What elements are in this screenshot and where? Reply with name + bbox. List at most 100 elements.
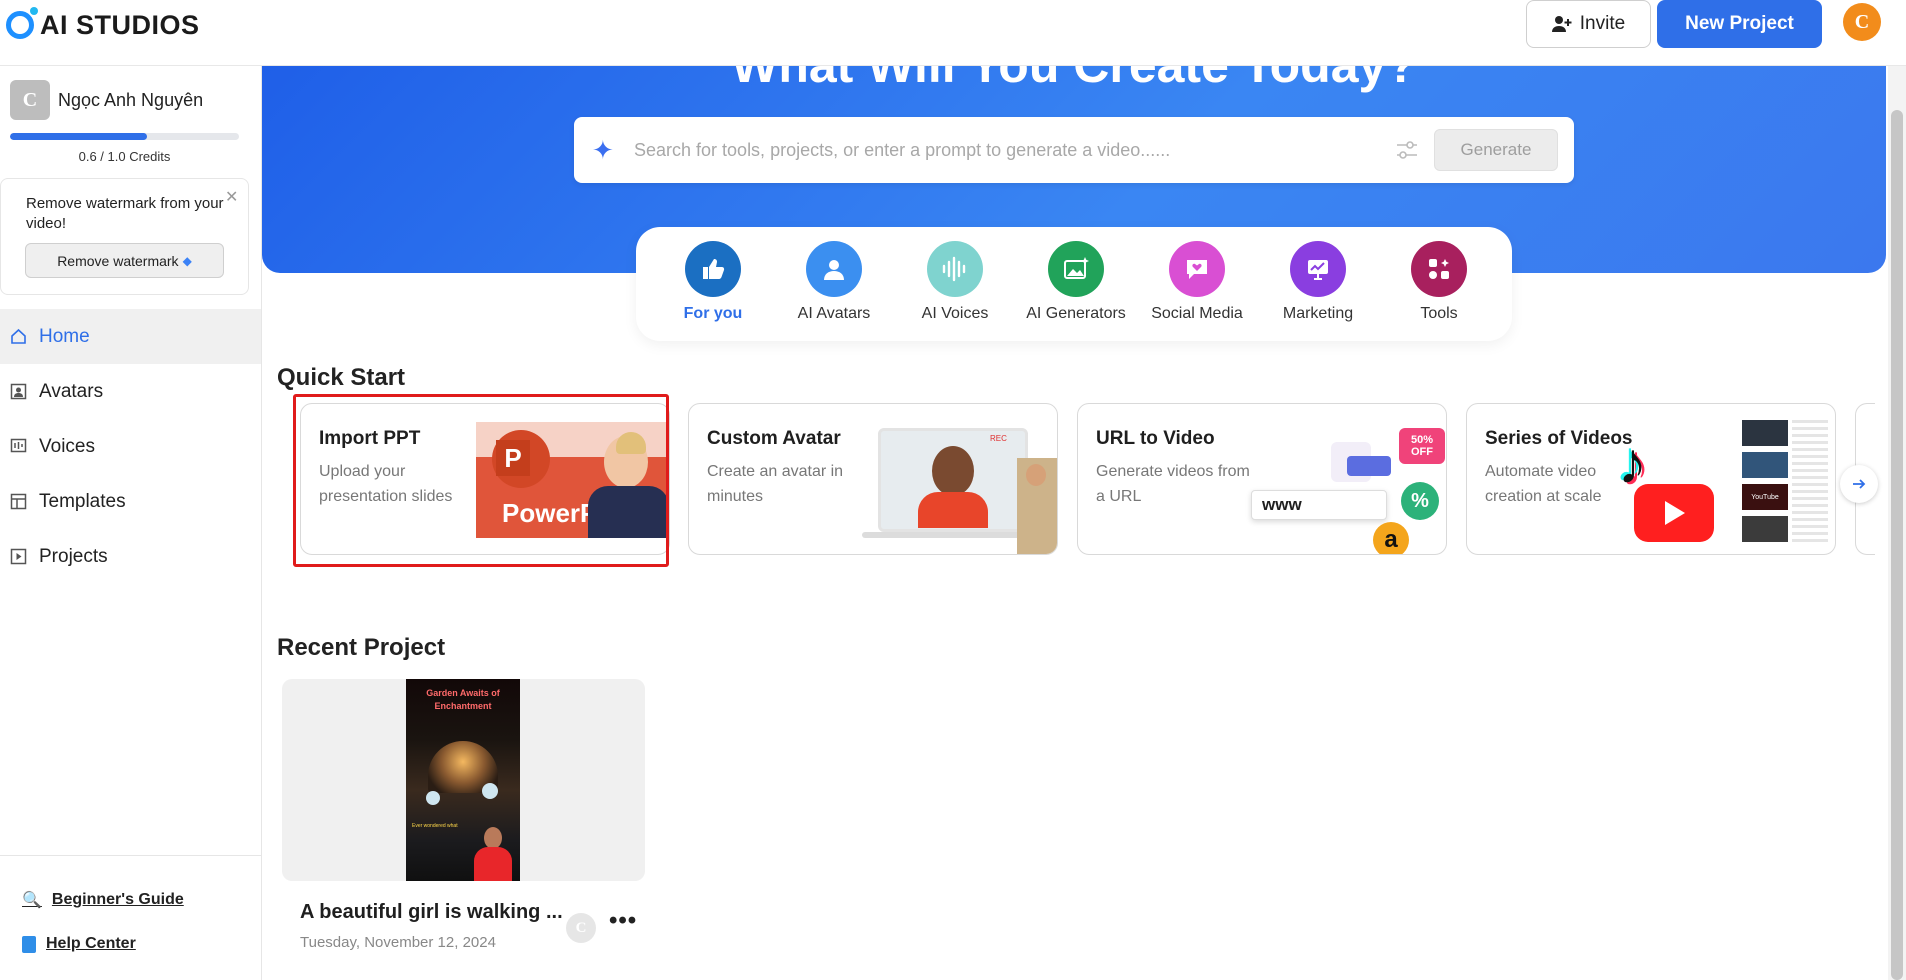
add-user-icon — [1551, 16, 1572, 32]
home-icon — [10, 328, 27, 345]
sidebar-item-avatars[interactable]: Avatars — [0, 364, 261, 419]
invite-button[interactable]: Invite — [1526, 0, 1651, 48]
heart-chat-icon — [1169, 241, 1225, 297]
logo[interactable]: AI STUDIOS — [6, 6, 200, 44]
powerpoint-illustration: P PowerP — [476, 422, 669, 538]
watermark-card: Remove watermark from your video! ✕ Remo… — [0, 178, 249, 295]
new-project-button[interactable]: New Project — [1657, 0, 1822, 48]
search-bar: ✦ Generate — [574, 117, 1574, 183]
waveform-icon — [927, 241, 983, 297]
percent-badge: % — [1401, 482, 1439, 520]
scrollbar-thumb[interactable] — [1891, 110, 1903, 980]
project-owner-avatar: C — [566, 913, 596, 943]
help-center-link[interactable]: Help Center — [22, 935, 136, 953]
youtube-icon — [1634, 484, 1714, 542]
quick-start-card-url-to-video[interactable]: URL to Video Generate videos from a URL … — [1077, 403, 1447, 555]
sidebar: C Ngọc Anh Nguyên 0.6 / 1.0 Credits Remo… — [0, 66, 262, 980]
user-name: Ngọc Anh Nguyên — [58, 89, 204, 110]
thumbs-up-icon — [685, 241, 741, 297]
remove-watermark-label: Remove watermark — [57, 252, 179, 269]
beginners-guide-link[interactable]: 🔍 Beginner's Guide — [22, 890, 184, 910]
category-strip: For you AI Avatars AI Voices AI Generato… — [636, 227, 1512, 341]
social-series-illustration: ♪ YouTube — [1618, 420, 1835, 554]
close-icon[interactable]: ✕ — [225, 187, 238, 207]
image-sparkle-icon — [1048, 241, 1104, 297]
recent-project-title: Recent Project — [277, 634, 446, 661]
category-label: Social Media — [1151, 305, 1243, 322]
category-label: AI Avatars — [797, 305, 871, 322]
sidebar-item-label: Templates — [39, 490, 126, 512]
card-title: Import PPT — [319, 428, 421, 449]
sidebar-item-projects[interactable]: Projects — [0, 529, 261, 584]
credits-progress — [10, 133, 239, 140]
more-options-icon[interactable]: ••• — [609, 907, 637, 935]
category-marketing[interactable]: Marketing — [1258, 241, 1378, 323]
watermark-message: Remove watermark from your video! — [26, 195, 224, 232]
diamond-icon: ◆ — [182, 253, 192, 268]
rec-indicator: REC — [990, 434, 1007, 443]
category-social-media[interactable]: Social Media — [1137, 241, 1257, 323]
card-description: Create an avatar in minutes — [707, 463, 844, 505]
hero-title: What Will You Create Today? — [262, 66, 1886, 94]
quick-start-card-import-ppt[interactable]: Import PPT Upload your presentation slid… — [300, 403, 670, 555]
sidebar-item-label: Voices — [39, 435, 95, 457]
category-tools[interactable]: Tools — [1379, 241, 1499, 323]
remove-watermark-button[interactable]: Remove watermark ◆ — [25, 243, 224, 278]
category-ai-voices[interactable]: AI Voices — [895, 241, 1015, 323]
quick-start-card-custom-avatar[interactable]: Custom Avatar Create an avatar in minute… — [688, 403, 1058, 555]
user-avatar[interactable]: C — [1843, 3, 1881, 41]
category-label: AI Generators — [1026, 305, 1126, 322]
filter-icon[interactable] — [1394, 137, 1420, 163]
category-ai-generators[interactable]: AI Generators — [1016, 241, 1136, 323]
sparkle-icon: ✦ — [592, 135, 614, 165]
quick-start-title: Quick Start — [277, 364, 406, 391]
invite-label: Invite — [1579, 13, 1626, 34]
arrow-right-icon — [1853, 479, 1866, 489]
category-ai-avatars[interactable]: AI Avatars — [774, 241, 894, 323]
logo-mark-icon — [6, 7, 38, 39]
user-profile[interactable]: C Ngọc Anh Nguyên — [10, 80, 203, 120]
quick-start-card-series-of-videos[interactable]: Series of Videos Automate video creation… — [1466, 403, 1836, 555]
book-icon — [22, 935, 36, 953]
youtube-thumb-label: YouTube — [1742, 484, 1788, 510]
card-description: Upload your presentation slides — [319, 463, 453, 505]
sidebar-divider — [0, 855, 261, 856]
help-center-label: Help Center — [46, 935, 136, 952]
poster-caption: Ever wondered what — [412, 823, 458, 829]
category-label: Tools — [1420, 305, 1458, 322]
carousel-next-button[interactable] — [1840, 465, 1878, 503]
category-label: For you — [683, 305, 743, 322]
presentation-icon — [1290, 241, 1346, 297]
sidebar-item-home[interactable]: Home — [0, 309, 261, 364]
voice-icon — [10, 438, 27, 455]
generate-button[interactable]: Generate — [1434, 129, 1558, 171]
app-root: AI STUDIOS Invite New Project C C Ngọc A… — [0, 0, 1906, 980]
recent-project-thumbnail[interactable]: Garden Awaits of Enchantment Ever wonder… — [282, 679, 645, 881]
category-label: Marketing — [1282, 305, 1354, 322]
credits-progress-fill — [10, 133, 148, 140]
avatar-recording-illustration: REC — [862, 420, 1057, 554]
discount-badge: 50% OFF — [1399, 428, 1445, 464]
url-text: www — [1262, 495, 1302, 514]
play-icon — [10, 548, 27, 565]
project-poster: Garden Awaits of Enchantment Ever wonder… — [406, 679, 520, 881]
sidebar-item-voices[interactable]: Voices — [0, 419, 261, 474]
sidebar-item-templates[interactable]: Templates — [0, 474, 261, 529]
url-field-graphic: www — [1251, 490, 1387, 520]
sidebar-avatar: C — [10, 80, 50, 120]
amazon-icon: a — [1373, 522, 1409, 554]
project-name[interactable]: A beautiful girl is walking ... — [300, 901, 563, 924]
tools-grid-icon — [1411, 241, 1467, 297]
poster-title: Garden Awaits of Enchantment — [426, 688, 500, 711]
logo-text: AI STUDIOS — [40, 9, 200, 40]
top-bar: AI STUDIOS Invite New Project C — [0, 0, 1906, 66]
sidebar-item-label: Avatars — [39, 380, 104, 402]
template-icon — [10, 493, 27, 510]
page-scrollbar[interactable] — [1888, 66, 1906, 980]
category-label: AI Voices — [921, 305, 989, 322]
magnifier-icon: 🔍 — [22, 892, 42, 909]
search-input[interactable] — [634, 131, 1334, 169]
category-for-you[interactable]: For you — [653, 241, 773, 323]
card-description: Generate videos from a URL — [1096, 463, 1250, 505]
card-title: Custom Avatar — [707, 428, 841, 449]
